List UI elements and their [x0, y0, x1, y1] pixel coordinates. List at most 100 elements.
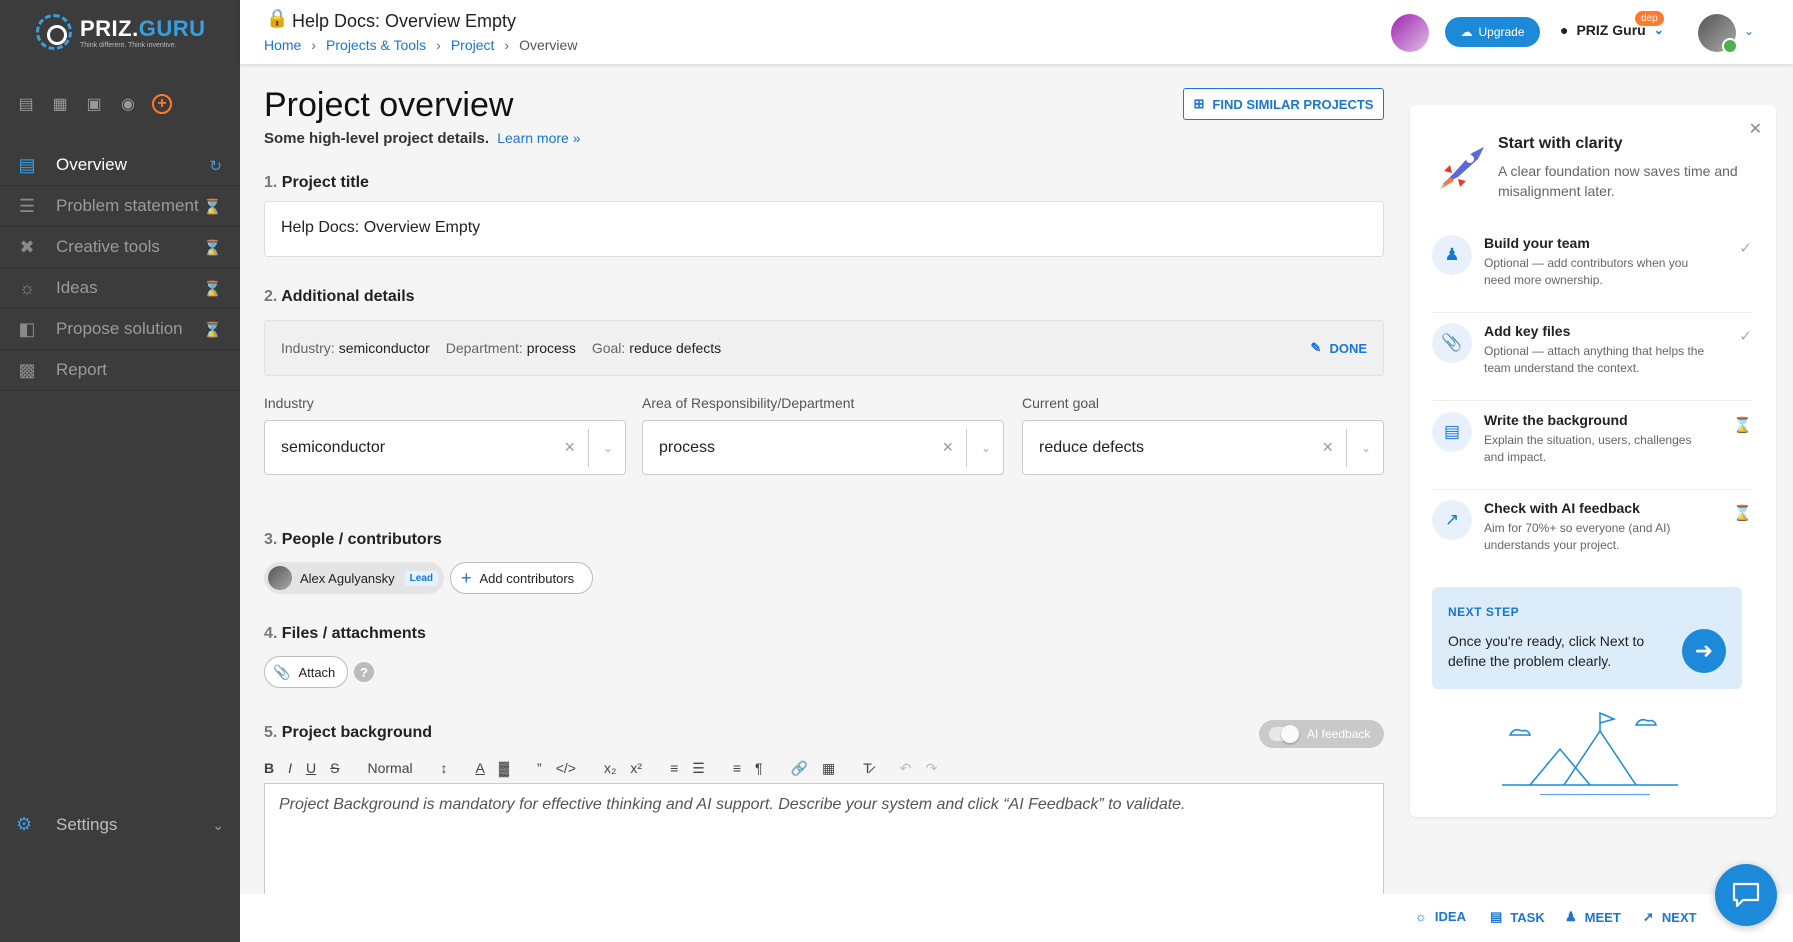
- text-direction-icon[interactable]: ¶: [755, 760, 763, 776]
- user-avatar[interactable]: [1698, 14, 1738, 54]
- logo-text-b: GURU: [138, 16, 206, 41]
- next-label: NEXT: [1661, 909, 1697, 925]
- add-circle-icon[interactable]: +: [152, 94, 172, 114]
- breadcrumb-home[interactable]: Home: [264, 37, 301, 53]
- sidebar-item-report[interactable]: ▩ Report: [0, 350, 240, 391]
- image-icon[interactable]: ▦: [822, 760, 835, 777]
- arrow-right-icon[interactable]: ➜: [1682, 629, 1726, 673]
- task-button[interactable]: ▤ TASK: [1490, 909, 1545, 925]
- settings-label: Settings: [56, 815, 118, 834]
- breadcrumb-separator: ›: [504, 37, 510, 53]
- step-title: Check with AI feedback: [1484, 500, 1640, 516]
- align-icon[interactable]: ≡: [733, 760, 741, 776]
- underline-icon[interactable]: U: [306, 760, 316, 776]
- text-color-icon[interactable]: A: [475, 760, 484, 776]
- contributor-chip[interactable]: Alex Agulyansky Lead: [264, 562, 444, 594]
- redo-icon[interactable]: ↷: [925, 760, 937, 777]
- blockquote-icon[interactable]: ”: [537, 760, 542, 776]
- department-select[interactable]: process × ⌄: [642, 420, 1004, 475]
- superscript-icon[interactable]: x²: [630, 760, 642, 776]
- goal-select[interactable]: reduce defects × ⌄: [1022, 420, 1384, 475]
- bold-icon[interactable]: B: [264, 760, 274, 776]
- format-value: Normal: [367, 760, 413, 776]
- details-summary: Industry: semiconductor Department: proces…: [264, 320, 1384, 376]
- calendar-icon[interactable]: ▦: [50, 94, 70, 114]
- check-circle-icon: ✓: [1739, 240, 1752, 257]
- clear-icon[interactable]: ×: [1322, 437, 1333, 458]
- sidebar-item-creative-tools[interactable]: ✖ Creative tools ⌛: [0, 227, 240, 268]
- sidebar-item-propose-solution[interactable]: ◧ Propose solution ⌛: [0, 309, 240, 350]
- project-title-input[interactable]: Help Docs: Overview Empty: [264, 201, 1384, 257]
- chat-bubble-icon: [1732, 882, 1760, 908]
- link-icon[interactable]: 🔗: [791, 760, 808, 777]
- clear-format-icon[interactable]: T̷: [863, 760, 872, 776]
- rocket-icon: [1440, 147, 1484, 189]
- hourglass-icon: ⌛: [1733, 417, 1752, 434]
- priz-guru-logo[interactable]: PRIZ.GURU Think different. Think inventi…: [36, 10, 206, 54]
- add-contributors-button[interactable]: + Add contributors: [450, 562, 593, 594]
- upgrade-button[interactable]: ☁ Upgrade: [1445, 17, 1540, 47]
- close-icon[interactable]: ✕: [1749, 119, 1762, 139]
- section-background: 5. Project background: [264, 724, 432, 742]
- done-label: DONE: [1329, 340, 1367, 356]
- code-icon[interactable]: </>: [556, 760, 576, 776]
- sidebar-item-settings[interactable]: ⚙ Settings ⌄: [16, 814, 224, 836]
- sidebar-item-overview[interactable]: ▤ Overview ↻: [0, 145, 240, 186]
- format-select[interactable]: Normal ↕: [367, 760, 447, 776]
- learn-more-link[interactable]: Learn more »: [497, 130, 580, 146]
- subscript-icon[interactable]: x₂: [604, 760, 616, 776]
- clear-icon[interactable]: ×: [942, 437, 953, 458]
- background-color-icon[interactable]: ▓: [499, 760, 509, 776]
- breadcrumb-projects-tools[interactable]: Projects & Tools: [326, 37, 426, 53]
- help-icon[interactable]: ?: [354, 662, 374, 682]
- undo-icon[interactable]: ↶: [900, 760, 912, 777]
- file-check-icon[interactable]: ▣: [84, 94, 104, 114]
- ai-feedback-toggle[interactable]: AI feedback: [1259, 720, 1384, 748]
- step-build-team[interactable]: ♟ Build your team Optional — add contrib…: [1432, 225, 1752, 313]
- contributor-name: Alex Agulyansky: [300, 570, 395, 586]
- next-button[interactable]: ➚ NEXT: [1643, 909, 1697, 925]
- sidebar: PRIZ.GURU Think different. Think inventi…: [0, 0, 240, 942]
- hourglass-icon: ⌛: [203, 240, 222, 257]
- sidebar-item-problem-statement[interactable]: ☰ Problem statement ⌛: [0, 186, 240, 227]
- section-files: 4. Files / attachments: [264, 625, 426, 643]
- italic-icon[interactable]: I: [288, 760, 292, 776]
- department-value: process: [659, 438, 716, 456]
- meet-button[interactable]: ♟ MEET: [1565, 909, 1621, 925]
- meet-label: MEET: [1584, 909, 1621, 925]
- idea-button[interactable]: ☼ IDEA: [1415, 909, 1466, 924]
- globe-icon[interactable]: ◉: [118, 94, 138, 114]
- next-step-text: Once you're ready, click Next to define …: [1448, 633, 1645, 669]
- industry-summary-value: semiconductor: [338, 340, 430, 356]
- sidebar-item-label: Report: [56, 360, 108, 379]
- chevron-down-icon[interactable]: ⌄: [603, 441, 613, 455]
- assistant-avatar[interactable]: [1391, 14, 1429, 52]
- breadcrumb-separator: ›: [436, 37, 441, 53]
- clear-icon[interactable]: ×: [564, 437, 575, 458]
- done-button[interactable]: ✎ DONE: [1311, 340, 1367, 356]
- step-add-files[interactable]: 📎 Add key files Optional — attach anythi…: [1432, 313, 1752, 401]
- section-number: 2.: [264, 288, 278, 305]
- goal-value: reduce defects: [1039, 438, 1144, 456]
- step-ai-feedback[interactable]: ↗ Check with AI feedback Aim for 70%+ so…: [1432, 490, 1752, 578]
- chevron-down-icon[interactable]: ⌄: [1744, 24, 1754, 38]
- page-title: Help Docs: Overview Empty: [292, 11, 517, 31]
- section-additional-details: 2. Additional details: [264, 288, 415, 306]
- ordered-list-icon[interactable]: ≡: [670, 760, 678, 776]
- sidebar-item-ideas[interactable]: ☼ Ideas ⌛: [0, 268, 240, 309]
- panel-description: A clear foundation now saves time and mi…: [1498, 163, 1738, 199]
- attach-button[interactable]: 📎 Attach: [264, 656, 348, 688]
- step-write-background[interactable]: ▤ Write the background Explain the situa…: [1432, 402, 1752, 490]
- chat-button[interactable]: [1715, 864, 1777, 926]
- strikethrough-icon[interactable]: S: [330, 760, 339, 776]
- chevron-down-icon[interactable]: ⌄: [1361, 441, 1371, 455]
- chevron-down-icon[interactable]: ⌄: [981, 441, 991, 455]
- save-icon[interactable]: ▤: [16, 94, 36, 114]
- main-content: Project overview Some high-level project…: [240, 64, 1400, 913]
- bullet-list-icon[interactable]: ☰: [692, 760, 705, 777]
- find-similar-projects-button[interactable]: ⊞ FIND SIMILAR PROJECTS: [1183, 88, 1384, 120]
- breadcrumb-project[interactable]: Project: [451, 37, 495, 53]
- section-label: People / contributors: [281, 531, 442, 548]
- industry-select[interactable]: semiconductor × ⌄: [264, 420, 626, 475]
- cloud-upload-icon: ☁: [1460, 25, 1473, 39]
